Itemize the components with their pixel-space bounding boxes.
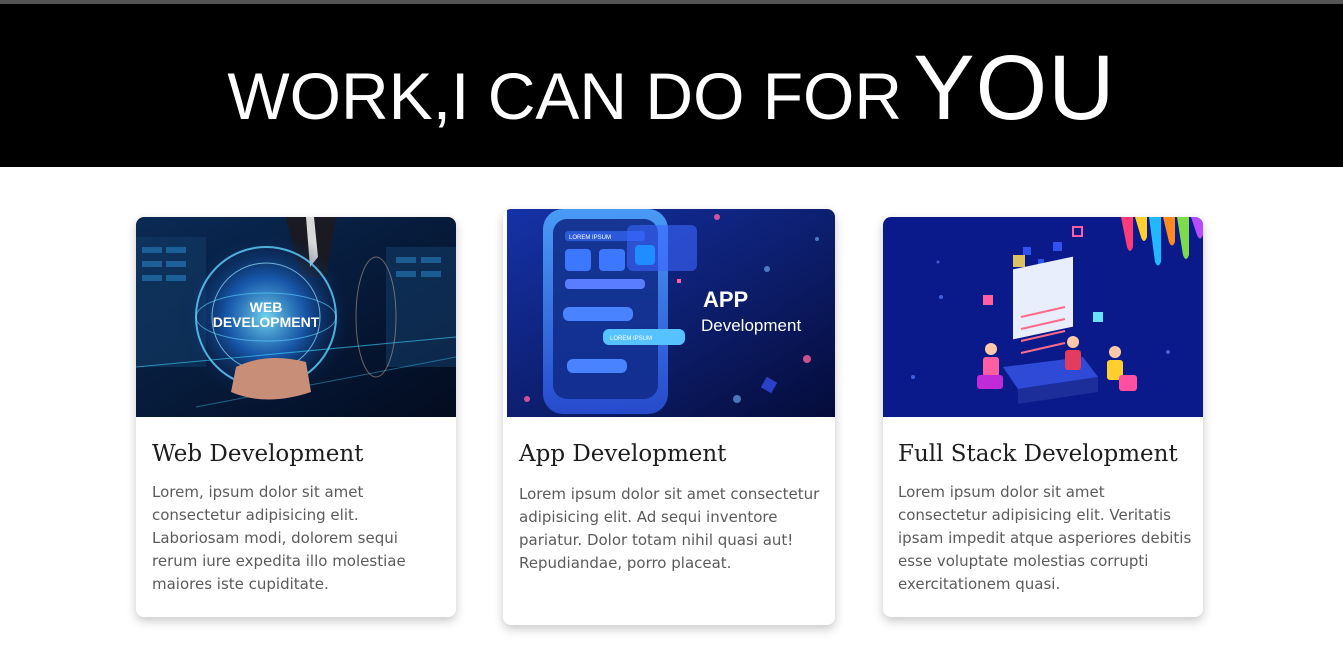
app-development-image: LOREM IPSUM LOREM IPSUM APP Development	[507, 209, 835, 417]
card-body: Lorem ipsum dolor sit amet consectetur a…	[519, 485, 820, 572]
card-title: Web Development	[152, 441, 364, 467]
card-body: Lorem, ipsum dolor sit amet consectetur …	[152, 483, 406, 593]
app-image-label-lorem-1: LOREM IPSUM	[569, 235, 611, 241]
card-title: App Development	[519, 441, 727, 467]
app-image-label-development: Development	[701, 316, 801, 335]
full-stack-development-image	[883, 217, 1203, 417]
card-body: Lorem ipsum dolor sit amet consectetur a…	[898, 483, 1192, 593]
web-image-label-1: WEB	[250, 299, 283, 315]
hero-title-accent: YOU	[913, 37, 1116, 139]
hero-title: WORK,I CAN DO FOR YOU	[0, 36, 1343, 141]
web-development-image: WEB DEVELOPMENT	[136, 217, 456, 417]
hero-title-main: WORK,I CAN DO FOR	[227, 59, 903, 133]
web-image-label-2: DEVELOPMENT	[213, 314, 320, 330]
app-image-label-lorem-2: LOREM IPSUM	[610, 336, 652, 342]
hero-header: WORK,I CAN DO FOR YOU	[0, 4, 1343, 167]
card-title: Full Stack Development	[898, 441, 1178, 467]
app-image-label-app: APP	[703, 287, 748, 312]
card-full-stack-development[interactable]: Full Stack Development Lorem ipsum dolor…	[883, 217, 1203, 617]
card-app-development[interactable]: LOREM IPSUM LOREM IPSUM APP Development …	[503, 209, 835, 625]
card-web-development[interactable]: WEB DEVELOPMENT Web Development Lorem, i…	[136, 217, 456, 617]
